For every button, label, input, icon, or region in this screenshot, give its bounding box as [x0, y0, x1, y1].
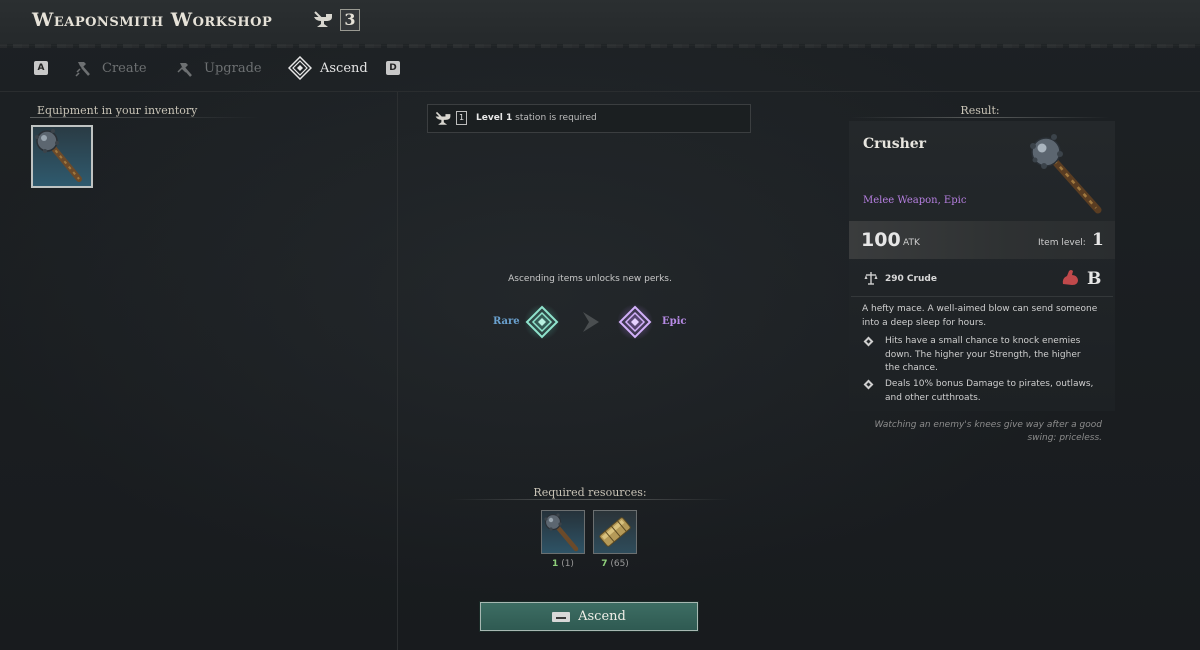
from-tier-label: Rare — [493, 316, 520, 327]
hammer-icon — [75, 62, 90, 77]
next-tab-key[interactable]: D — [386, 61, 400, 75]
item-level-value: 1 — [1092, 230, 1104, 250]
attack-value: 100 — [861, 229, 901, 251]
strength-arm-icon — [1062, 270, 1078, 285]
ingot-bundle-icon — [599, 517, 631, 547]
ascend-info-text: Ascending items unlocks new perks. — [508, 274, 672, 284]
resource-need-mace: 1 — [552, 559, 559, 569]
crude-value: 290 Crude — [885, 274, 937, 284]
resource-have-ingots: (65) — [610, 559, 629, 569]
station-requirement-badge: 1 — [456, 111, 467, 125]
tab-create-label: Create — [102, 60, 147, 76]
ascend-button[interactable]: Ascend — [479, 601, 699, 632]
strength-grade: B — [1087, 269, 1102, 289]
page-title: Weaponsmith Workshop — [32, 9, 273, 31]
perk-2: Deals 10% bonus Damage to pirates, outla… — [885, 379, 1094, 403]
tab-upgrade-label: Upgrade — [204, 60, 262, 76]
anvil-icon — [435, 111, 451, 125]
station-requirement-text: Level 1 station is required — [476, 113, 597, 123]
station-requirement-level: Level 1 — [476, 113, 513, 123]
required-resources-underline — [450, 499, 730, 500]
resource-slot-ingots[interactable] — [593, 510, 637, 554]
attack-unit: ATK — [903, 238, 920, 248]
item-description: A hefty mace. A well-aimed blow can send… — [862, 304, 1098, 328]
mace-icon — [1030, 134, 1102, 214]
resource-count-mace: 1 (1) — [541, 559, 585, 569]
perk-1: Hits have a small chance to knock enemie… — [885, 336, 1081, 373]
prev-tab-key[interactable]: A — [34, 61, 48, 75]
hammer-upgrade-icon — [177, 63, 192, 77]
arrow-right-icon — [583, 312, 599, 332]
mace-icon — [544, 513, 579, 552]
resource-need-ingots: 7 — [601, 559, 608, 569]
tab-create[interactable]: Create — [74, 54, 147, 82]
station-level-badge: 3 — [340, 9, 360, 31]
item-level-label: Item level: — [1038, 238, 1086, 248]
tab-ascend-label: Ascend — [320, 60, 368, 76]
inventory-slot-mace[interactable] — [31, 125, 93, 188]
mace-icon — [35, 129, 82, 182]
resource-slot-mace[interactable] — [541, 510, 585, 554]
required-resources-label: Required resources: — [533, 486, 647, 499]
to-tier-label: Epic — [662, 316, 687, 327]
anvil-icon — [314, 11, 332, 27]
ascend-emblem-icon — [288, 56, 312, 80]
resource-have-mace: (1) — [561, 559, 574, 569]
inventory-label: Equipment in your inventory — [37, 104, 198, 117]
tab-ascend[interactable]: Ascend — [288, 54, 368, 82]
result-label-underline — [850, 117, 1110, 118]
tab-upgrade[interactable]: Upgrade — [176, 54, 262, 82]
result-separator — [851, 296, 1113, 297]
result-label: Result: — [960, 104, 1000, 117]
spacebar-key-icon — [552, 611, 571, 622]
station-requirement: 1 Level 1 station is required — [427, 104, 751, 133]
crude-scale-icon — [864, 272, 878, 285]
item-flavor-quote: Watching an enemy's knees give way after… — [874, 420, 1102, 443]
item-type: Melee Weapon, Epic — [863, 195, 967, 206]
resource-count-ingots: 7 (65) — [593, 559, 637, 569]
station-requirement-suffix: station is required — [515, 113, 597, 123]
ascend-button-label: Ascend — [578, 609, 626, 624]
epic-tier-icon — [617, 304, 653, 340]
inventory-label-underline — [30, 117, 260, 118]
rare-tier-icon — [524, 304, 560, 340]
item-name: Crusher — [863, 136, 927, 152]
